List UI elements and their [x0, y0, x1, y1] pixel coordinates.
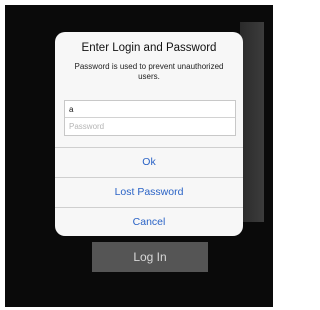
lost-password-button[interactable]: Lost Password: [55, 177, 243, 206]
password-input[interactable]: [65, 118, 235, 134]
login-alert-dialog: Enter Login and Password Password is use…: [55, 32, 243, 236]
cancel-button[interactable]: Cancel: [55, 207, 243, 236]
login-button[interactable]: Log In: [92, 242, 208, 272]
username-input[interactable]: [65, 101, 235, 117]
ok-button[interactable]: Ok: [55, 147, 243, 176]
dialog-title: Enter Login and Password: [81, 42, 217, 54]
dialog-message: Password is used to prevent unauthorized…: [74, 62, 224, 81]
login-button-label: Log In: [133, 250, 167, 264]
credentials-input-group: [64, 100, 236, 136]
background-side-panel: [240, 22, 264, 222]
